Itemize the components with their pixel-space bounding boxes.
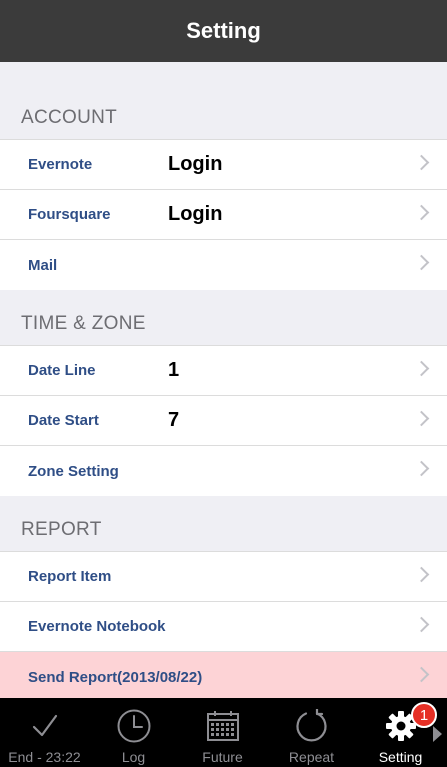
chevron-right-icon bbox=[413, 204, 430, 221]
row-mail[interactable]: Mail bbox=[0, 240, 447, 290]
row-label: Mail bbox=[28, 256, 58, 274]
chevron-right-icon bbox=[413, 254, 430, 271]
row-date-line[interactable]: Date Line 1 bbox=[0, 346, 447, 396]
settings-list: ACCOUNT Evernote Login Foursquare Login … bbox=[0, 62, 447, 702]
tab-end[interactable]: End - 23:22 bbox=[0, 698, 89, 767]
row-label: Date Line bbox=[28, 362, 96, 379]
row-report-item[interactable]: Report Item bbox=[0, 552, 447, 602]
tab-log[interactable]: Log bbox=[89, 698, 178, 767]
report-group: Report Item Evernote Notebook Send Repor… bbox=[0, 551, 447, 702]
chevron-right-icon bbox=[413, 410, 430, 427]
row-label: Foursquare bbox=[28, 206, 111, 223]
row-label: Evernote Notebook bbox=[28, 618, 166, 635]
row-value: Login bbox=[168, 203, 223, 225]
tab-setting[interactable]: 1 Setting bbox=[356, 698, 445, 767]
row-send-report[interactable]: Send Report(2013/08/22) bbox=[0, 652, 447, 702]
tab-label: Future bbox=[202, 749, 243, 765]
row-value: Login bbox=[168, 153, 223, 175]
more-arrow-icon[interactable] bbox=[433, 726, 442, 742]
account-group: Evernote Login Foursquare Login Mail bbox=[0, 139, 447, 290]
row-label: Evernote bbox=[28, 156, 93, 173]
tab-repeat[interactable]: Repeat bbox=[267, 698, 356, 767]
notification-badge: 1 bbox=[411, 702, 437, 728]
row-label: Zone Setting bbox=[28, 462, 119, 480]
row-date-start[interactable]: Date Start 7 bbox=[0, 396, 447, 446]
chevron-right-icon bbox=[413, 616, 430, 633]
tab-label: Setting bbox=[378, 749, 423, 765]
row-value: 1 bbox=[168, 359, 180, 381]
section-header-report: REPORT bbox=[21, 519, 102, 540]
tab-label: Repeat bbox=[288, 749, 335, 765]
row-evernote[interactable]: Evernote Login bbox=[0, 140, 447, 190]
section-header-time-zone: TIME & ZONE bbox=[21, 313, 146, 334]
row-foursquare[interactable]: Foursquare Login bbox=[0, 190, 447, 240]
chevron-right-icon bbox=[413, 154, 430, 171]
calendar-icon bbox=[203, 706, 243, 746]
clock-icon bbox=[114, 706, 154, 746]
row-label: Send Report(2013/08/22) bbox=[28, 668, 203, 686]
row-label: Date Start bbox=[28, 412, 99, 429]
row-zone-setting[interactable]: Zone Setting bbox=[0, 446, 447, 496]
tab-bar: End - 23:22 Log Future Repeat 1 Setting bbox=[0, 698, 447, 767]
row-value: 7 bbox=[168, 409, 180, 431]
row-label: Report Item bbox=[28, 568, 112, 585]
chevron-right-icon bbox=[413, 566, 430, 583]
chevron-right-icon bbox=[413, 360, 430, 377]
tab-label: Log bbox=[121, 749, 146, 765]
repeat-icon bbox=[292, 706, 332, 746]
page-title: Setting bbox=[186, 18, 261, 43]
row-evernote-notebook[interactable]: Evernote Notebook bbox=[0, 602, 447, 652]
tab-label: End - 23:22 bbox=[8, 749, 81, 765]
chevron-right-icon bbox=[413, 460, 430, 477]
tab-future[interactable]: Future bbox=[178, 698, 267, 767]
section-header-account: ACCOUNT bbox=[21, 107, 118, 128]
chevron-right-icon bbox=[413, 666, 430, 683]
time-zone-group: Date Line 1 Date Start 7 Zone Setting bbox=[0, 345, 447, 496]
checkmark-icon bbox=[25, 706, 65, 746]
navigation-bar: Setting bbox=[0, 0, 447, 62]
